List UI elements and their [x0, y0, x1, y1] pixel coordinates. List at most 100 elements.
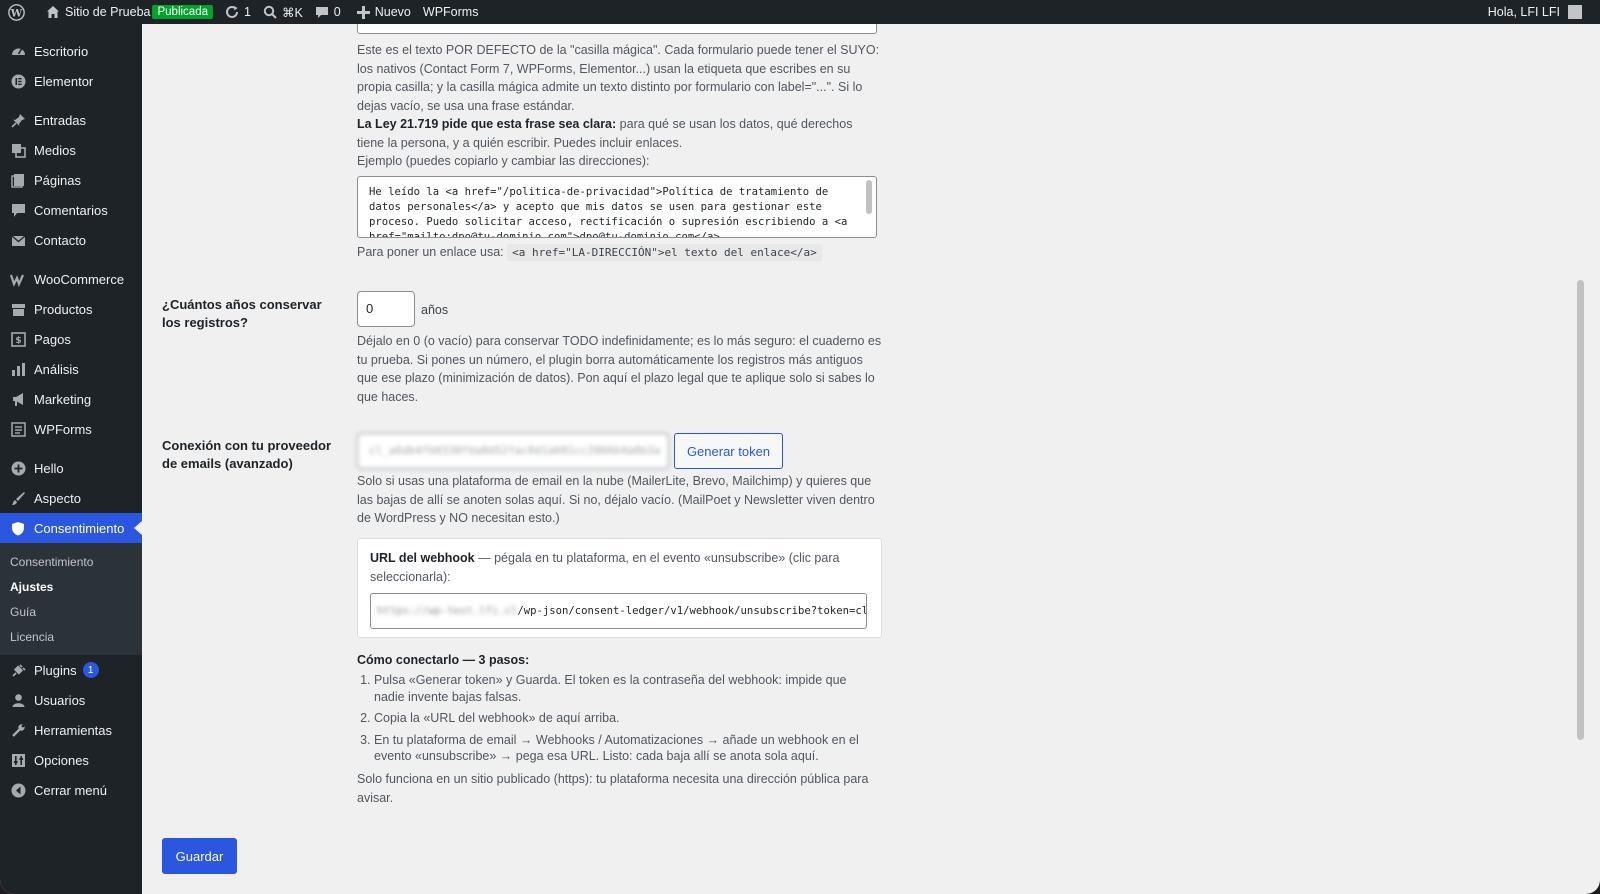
comments-link[interactable]: 0 — [309, 0, 347, 24]
list-item: Pulsa «Generar token» y Guarda. El token… — [374, 672, 877, 705]
wpforms-label: WPForms — [422, 5, 479, 19]
sidebar-item-contacto[interactable]: Contacto — [0, 225, 142, 255]
sidebar-item-label: Entradas — [34, 112, 87, 128]
example-label: Ejemplo (puedes copiarlo y cambiar las d… — [357, 154, 650, 168]
example-code-textarea[interactable]: He leído la <a href="/politica-de-privac… — [357, 176, 877, 238]
user-icon — [10, 692, 26, 708]
retention-label: ¿Cuántos años conservar los registros? — [162, 297, 322, 330]
sidebar-item-analisis[interactable]: Análisis — [0, 354, 142, 384]
page-scrollbar[interactable] — [1577, 280, 1584, 740]
webhook-card: URL del webhook — pégala en tu plataform… — [357, 538, 882, 638]
greeting: Hola, LFI LFI — [1487, 5, 1560, 19]
submenu-item-ajustes[interactable]: Ajustes — [0, 574, 142, 599]
law-help: La Ley 21.719 pide que esta frase sea cl… — [357, 115, 882, 152]
default-text-textarea[interactable] — [357, 24, 877, 34]
wpforms-link[interactable]: WPForms — [417, 0, 485, 24]
sidebar-item-pagos[interactable]: $ Pagos — [0, 324, 142, 354]
wrench-icon — [10, 722, 26, 738]
wordpress-logo-icon[interactable]: W — [0, 0, 40, 24]
textarea-scrollbar[interactable] — [866, 180, 872, 214]
sidebar-item-entradas[interactable]: Entradas — [0, 105, 142, 135]
sidebar-item-label: Análisis — [34, 361, 79, 377]
webhook-url-field[interactable]: https://wp-test.lfi.cl/wp-json/consent-l… — [370, 593, 867, 629]
sidebar-item-label: Herramientas — [34, 722, 113, 738]
sidebar-item-label: Cerrar menú — [34, 782, 107, 798]
plus-circle-icon — [10, 460, 26, 476]
sidebar-item-plugins[interactable]: Plugins 1 — [0, 655, 142, 685]
webhook-desc: URL del webhook — pégala en tu plataform… — [370, 549, 870, 586]
token-input[interactable]: cl_a6db4fb0330fda8d52fac0d1a601cc2866b4a… — [357, 433, 669, 469]
sidebar-item-label: Elementor — [34, 73, 94, 89]
webhook-url-host: https://wp-test.lfi.cl — [377, 605, 518, 617]
analytics-icon — [10, 361, 26, 377]
megaphone-icon — [10, 391, 26, 407]
sidebar-item-label: Contacto — [34, 232, 87, 248]
site-name-link[interactable]: Sitio de Prueba Publicada — [40, 0, 219, 24]
sidebar-item-escritorio[interactable]: Escritorio — [0, 36, 142, 66]
retention-years-input[interactable]: 0 — [357, 291, 415, 327]
sidebar-item-label: WooCommerce — [34, 271, 125, 287]
submenu-item-guia[interactable]: Guía — [0, 599, 142, 624]
svg-text:W: W — [10, 7, 23, 19]
sidebar-item-opciones[interactable]: Opciones — [0, 745, 142, 775]
search-link[interactable]: ⌘K — [257, 0, 309, 24]
sidebar-item-label: Productos — [34, 301, 93, 317]
save-button[interactable]: Guardar — [162, 838, 237, 874]
webhook-url-path: /wp-json/consent-ledger/v1/webhook/unsub… — [517, 605, 866, 617]
settings-icon — [10, 752, 26, 768]
sidebar-item-label: Plugins — [34, 662, 77, 678]
sidebar-item-medios[interactable]: Medios — [0, 135, 142, 165]
media-icon — [10, 142, 26, 158]
sidebar-item-woocommerce[interactable]: WooCommerce — [0, 264, 142, 294]
elementor-icon — [10, 73, 26, 89]
link-hint: Para poner un enlace usa: <a href="LA-DI… — [357, 243, 882, 263]
consentimiento-submenu: Consentimiento Ajustes Guía Licencia — [0, 543, 142, 655]
sidebar-item-label: Usuarios — [34, 692, 86, 708]
sidebar-item-label: WPForms — [34, 421, 92, 437]
generate-token-button[interactable]: Generar token — [674, 433, 783, 469]
new-content-link[interactable]: Nuevo — [347, 0, 417, 24]
sidebar-item-marketing[interactable]: Marketing — [0, 384, 142, 414]
my-account[interactable]: Hola, LFI LFI — [1488, 0, 1582, 24]
browser-frame: W Sitio de Prueba Publicada 1 ⌘K 0 Nuevo… — [0, 0, 1600, 894]
sidebar-item-label: Marketing — [34, 391, 92, 407]
sidebar-item-comentarios[interactable]: Comentarios — [0, 195, 142, 225]
sidebar-item-consentimiento[interactable]: Consentimiento — [0, 513, 142, 543]
forms-icon — [10, 421, 26, 437]
sidebar-item-label: Pagos — [34, 331, 71, 347]
sidebar-item-wpforms[interactable]: WPForms — [0, 414, 142, 444]
sidebar-item-elementor[interactable]: Elementor — [0, 66, 142, 96]
payments-icon: $ — [10, 331, 26, 347]
shield-icon — [10, 520, 26, 536]
submenu-item-licencia[interactable]: Licencia — [0, 624, 142, 649]
updates-link[interactable]: 1 — [219, 0, 257, 24]
retention-unit: años — [421, 303, 449, 317]
refresh-icon — [226, 5, 238, 18]
comments-count: 0 — [333, 5, 341, 19]
example-code: He leído la <a href="/politica-de-privac… — [369, 186, 848, 238]
comments-icon — [10, 202, 26, 218]
dashboard-icon — [10, 43, 26, 59]
sidebar-item-label: Páginas — [34, 172, 81, 188]
sidebar-item-paginas[interactable]: Páginas — [0, 165, 142, 195]
footer-note: Solo funciona en un sitio publicado (htt… — [357, 772, 869, 805]
submenu-item-consentimiento[interactable]: Consentimiento — [0, 549, 142, 574]
retention-help: Déjalo en 0 (o vacío) para conservar TOD… — [357, 334, 882, 404]
sidebar-item-cerrar-menu[interactable]: Cerrar menú — [0, 775, 142, 805]
email-provider-label: Conexión con tu proveedor de emails (ava… — [162, 438, 332, 471]
list-item: En tu plataforma de email → Webhooks / A… — [374, 732, 877, 765]
sidebar-item-productos[interactable]: Productos — [0, 294, 142, 324]
sidebar-item-herramientas[interactable]: Herramientas — [0, 715, 142, 745]
sidebar-item-aspecto[interactable]: Aspecto — [0, 483, 142, 513]
sidebar-item-label: Comentarios — [34, 202, 108, 218]
sidebar-item-usuarios[interactable]: Usuarios — [0, 685, 142, 715]
sidebar-item-hello[interactable]: Hello — [0, 453, 142, 483]
sidebar-item-label: Consentimiento — [34, 520, 125, 536]
brush-icon — [10, 490, 26, 506]
admin-sidebar: Escritorio Elementor Entradas Medios Pág… — [0, 24, 142, 894]
email-provider-help: Solo si usas una plataforma de email en … — [357, 474, 875, 525]
settings-content: Este es el texto POR DEFECTO de la "casi… — [142, 24, 1588, 894]
steps-title: Cómo conectarlo — 3 pasos: — [357, 653, 530, 667]
sidebar-item-label: Aspecto — [34, 490, 81, 506]
plus-icon — [356, 5, 370, 19]
